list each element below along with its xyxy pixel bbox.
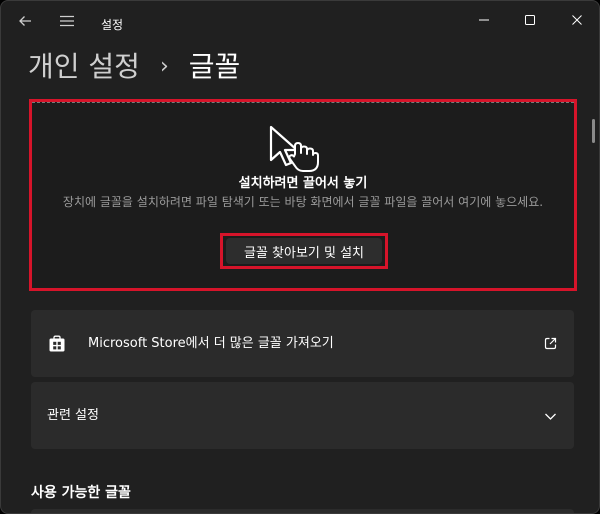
menu-button[interactable] (55, 9, 79, 33)
scrollbar-thumb[interactable] (592, 119, 595, 143)
settings-window: 설정 개인 설정 › 글꼴 설치하려면 끌어서 놓기 장치에 글꼴을 설치하려면… (0, 0, 600, 514)
back-button[interactable] (13, 9, 37, 33)
store-link-card[interactable]: Microsoft Store에서 더 많은 글꼴 가져오기 (31, 310, 574, 377)
back-arrow-icon (19, 16, 31, 26)
browse-button-highlight: 글꼴 찾아보기 및 설치 (220, 233, 388, 269)
hamburger-menu-icon (60, 15, 74, 27)
store-icon (49, 335, 65, 352)
close-icon (572, 15, 582, 25)
maximize-button[interactable] (510, 7, 550, 33)
font-search-card (31, 509, 574, 513)
external-link-icon (544, 337, 557, 350)
close-button[interactable] (557, 7, 597, 33)
chevron-down-icon (545, 413, 556, 420)
minimize-icon (479, 19, 489, 21)
available-fonts-heading: 사용 가능한 글꼴 (31, 485, 131, 501)
page-title: 글꼴 (188, 50, 241, 83)
drag-hand-icon (269, 125, 319, 172)
related-settings-expander[interactable]: 관련 설정 (31, 382, 574, 449)
breadcrumb-separator-icon: › (159, 54, 169, 79)
store-link-label: Microsoft Store에서 더 많은 글꼴 가져오기 (88, 336, 334, 351)
breadcrumb-parent[interactable]: 개인 설정 (28, 49, 140, 85)
breadcrumb: 개인 설정 › 글꼴 (28, 47, 240, 87)
font-drop-zone[interactable]: 설치하려면 끌어서 놓기 장치에 글꼴을 설치하려면 파일 탐색기 또는 바탕 … (29, 99, 577, 291)
drop-zone-title: 설치하려면 끌어서 놓기 (238, 176, 368, 191)
window-title: 설정 (101, 18, 124, 32)
maximize-icon (525, 15, 535, 25)
related-settings-label: 관련 설정 (47, 408, 99, 423)
drop-zone-description: 장치에 글꼴을 설치하려면 파일 탐색기 또는 바탕 화면에서 글꼴 파일을 끌… (62, 195, 544, 209)
minimize-button[interactable] (464, 7, 504, 33)
title-bar: 설정 (1, 1, 599, 41)
browse-install-button[interactable]: 글꼴 찾아보기 및 설치 (226, 238, 382, 264)
